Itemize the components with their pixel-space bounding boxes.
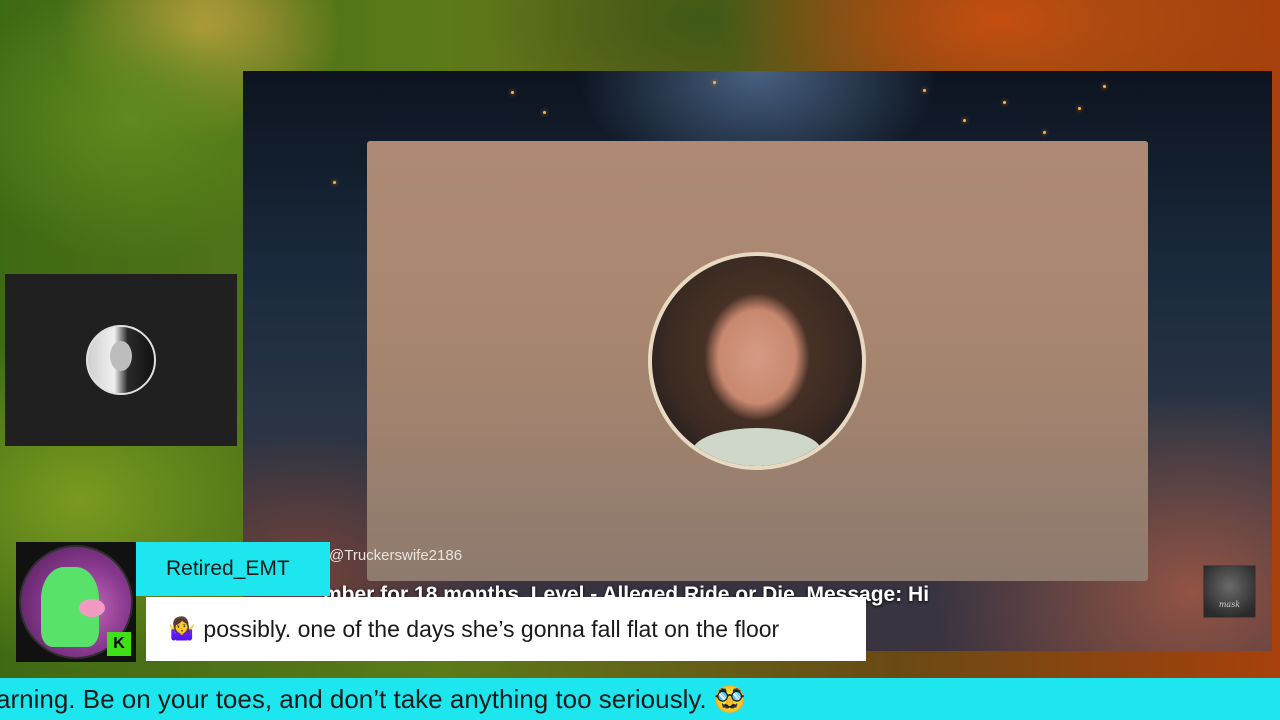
chat-message-box: 🤷‍♀️ possibly. one of the days she’s gon… (146, 597, 866, 661)
webcam-avatar-icon (86, 325, 156, 395)
shrug-emoji-icon: 🤷‍♀️ (168, 616, 196, 642)
spark (713, 81, 716, 84)
alert-handle: @Truckerswife2186 (329, 546, 463, 564)
alert-card (367, 141, 1148, 581)
spark (1003, 101, 1006, 104)
spark (923, 89, 926, 92)
ticker-text: arning. Be on your toes, and don’t take … (0, 683, 747, 714)
spark (1078, 107, 1081, 110)
kick-platform-badge-icon: K (107, 632, 131, 656)
chat-username: Retired_EMT (166, 557, 290, 580)
chat-username-tab: Retired_EMT (136, 542, 330, 596)
spark (1043, 131, 1046, 134)
portrait-shirt (692, 428, 822, 466)
spark (511, 91, 514, 94)
chat-message-text: possibly. one of the days she’s gonna fa… (203, 615, 780, 642)
webcam-panel (5, 274, 237, 446)
subscriber-portrait (648, 252, 866, 470)
spark (1103, 85, 1106, 88)
mask-logo-icon: mask (1203, 565, 1256, 618)
avatar-nose (79, 599, 105, 617)
spark (963, 119, 966, 122)
spark (333, 181, 336, 184)
spark (543, 111, 546, 114)
alert-stage: @Truckerswife2186 mber for 18 months. Le… (243, 71, 1272, 651)
news-ticker: arning. Be on your toes, and don’t take … (0, 678, 1280, 720)
